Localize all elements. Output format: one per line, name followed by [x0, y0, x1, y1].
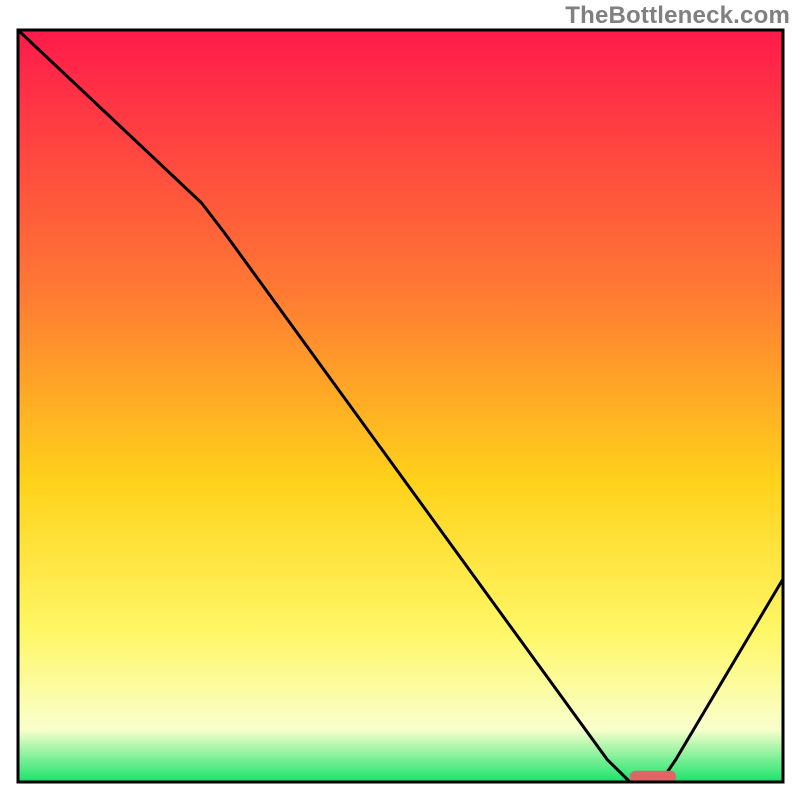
plot-background: [18, 30, 783, 782]
chart-svg: [0, 0, 800, 800]
chart-stage: TheBottleneck.com: [0, 0, 800, 800]
